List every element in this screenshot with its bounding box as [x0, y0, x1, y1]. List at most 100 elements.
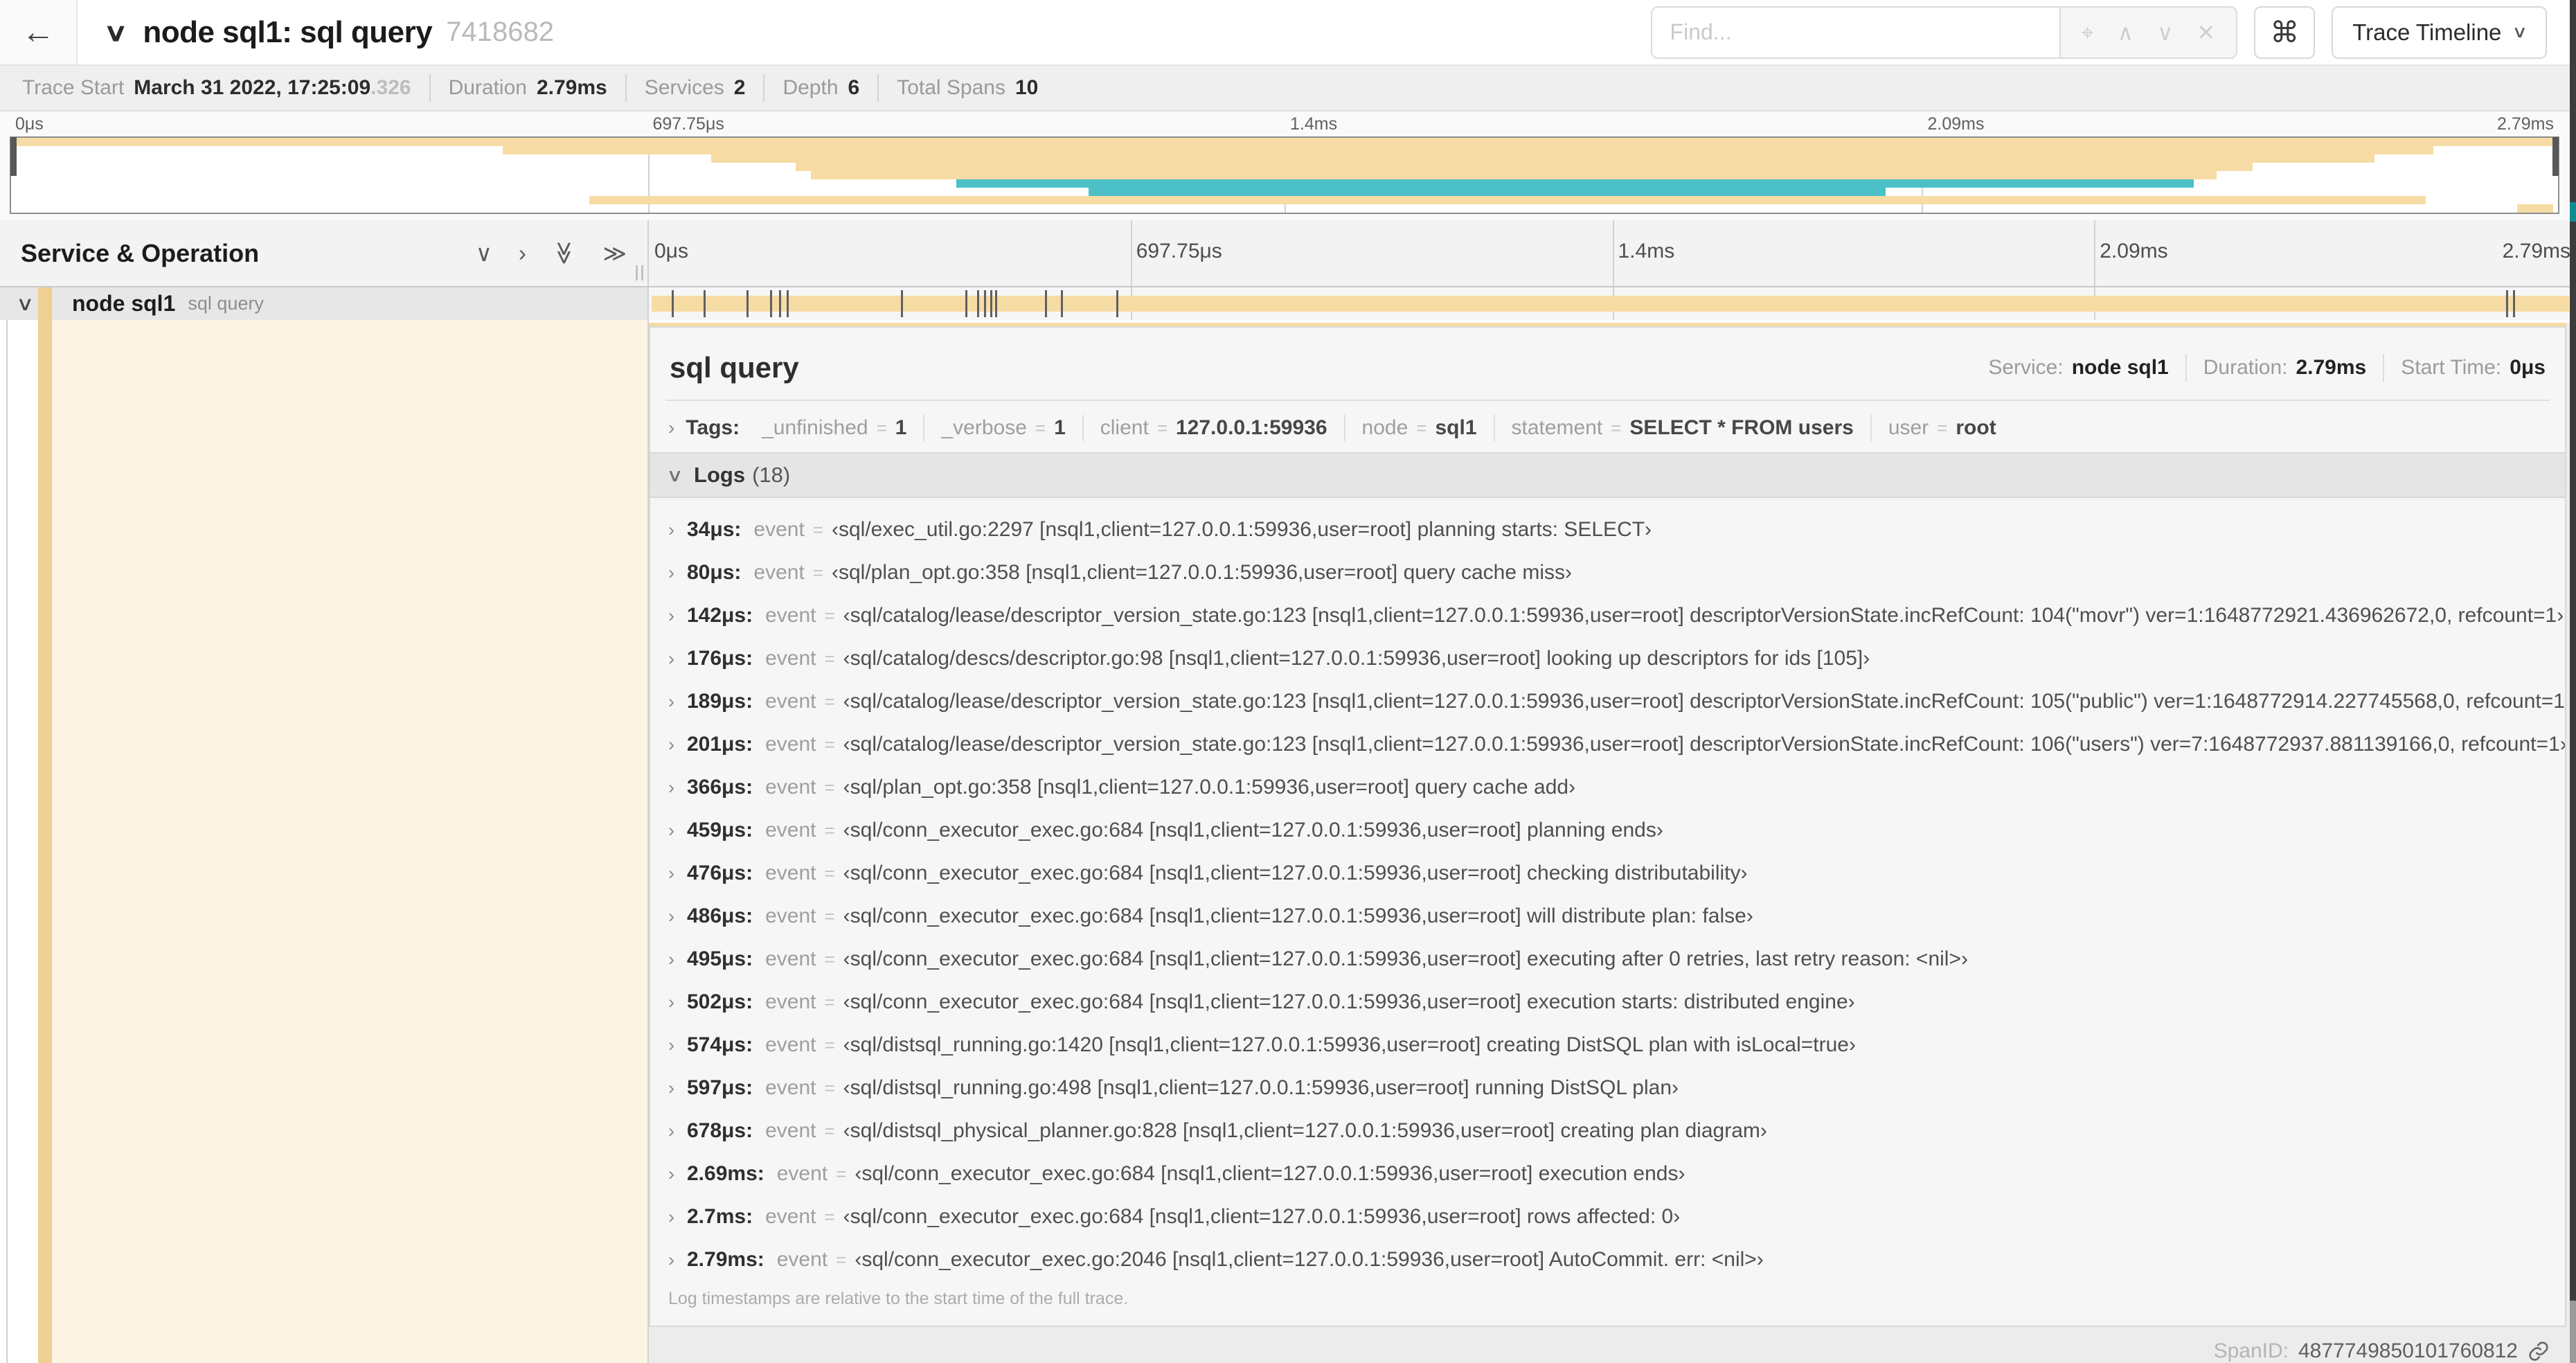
log-marker[interactable]	[671, 290, 674, 317]
chevron-right-icon[interactable]: ›	[668, 1205, 674, 1229]
span-collapse-icon[interactable]: ∨	[16, 292, 35, 315]
log-row[interactable]: › 502μs: event = ‹sql/conn_executor_exec.go:…	[650, 980, 2565, 1023]
log-marker[interactable]	[769, 290, 772, 317]
prev-result-icon[interactable]: ∧	[2118, 21, 2134, 44]
chevron-right-icon[interactable]: ›	[668, 1033, 674, 1057]
tag-pair[interactable]: user = root	[1870, 415, 2013, 441]
span-row[interactable]: ∨ node sql1 sql query	[0, 287, 2576, 320]
view-options-label: Trace Timeline	[2352, 19, 2502, 45]
chevron-right-icon[interactable]: ›	[668, 518, 674, 542]
tag-key: _unfinished	[762, 416, 868, 439]
log-row[interactable]: › 2.79ms: event = ‹sql/conn_executor_exec.go…	[650, 1238, 2565, 1281]
expand-all-icon[interactable]: ≫	[602, 242, 627, 265]
tag-pair[interactable]: _verbose = 1	[923, 415, 1082, 441]
chevron-right-icon[interactable]: ›	[668, 990, 674, 1014]
keyboard-shortcuts-button[interactable]: ⌘	[2254, 6, 2316, 59]
span-name-column[interactable]: ∨ node sql1 sql query	[0, 287, 649, 320]
tag-pair[interactable]: _unfinished = 1	[745, 415, 923, 441]
clear-search-icon[interactable]: ✕	[2197, 21, 2215, 44]
chevron-right-icon[interactable]: ›	[668, 1162, 674, 1186]
log-field-value: ‹sql/conn_executor_exec.go:684 [nsql1,cl…	[843, 862, 1748, 884]
chevron-right-icon[interactable]: ›	[668, 776, 674, 799]
collapse-all-icon[interactable]: ≫	[552, 241, 578, 265]
chevron-right-icon[interactable]: ›	[668, 819, 674, 842]
tag-pair[interactable]: client = 127.0.0.1:59936	[1082, 415, 1344, 441]
viewport-right-handle[interactable]	[2552, 137, 2559, 176]
column-resize-grip[interactable]	[636, 265, 643, 280]
log-row[interactable]: › 486μs: event = ‹sql/conn_executor_exec.go:…	[650, 894, 2565, 937]
log-timestamp: 2.69ms:	[687, 1162, 764, 1185]
log-marker[interactable]	[901, 290, 904, 317]
log-row[interactable]: › 597μs: event = ‹sql/distsql_running.go:498…	[650, 1066, 2565, 1109]
log-marker[interactable]	[746, 290, 749, 317]
log-field-value: ‹sql/distsql_physical_planner.go:828 [ns…	[843, 1119, 1767, 1142]
collapse-one-icon[interactable]: ∨	[476, 242, 492, 265]
log-row[interactable]: › 574μs: event = ‹sql/distsql_running.go:142…	[650, 1023, 2565, 1066]
chevron-right-icon[interactable]: ›	[668, 647, 674, 670]
back-button[interactable]: ←	[0, 0, 78, 64]
tags-row[interactable]: › Tags: _unfinished = 1 _verbose = 1 client = 12…	[650, 401, 2565, 452]
chevron-right-icon[interactable]: ›	[668, 733, 674, 756]
next-result-icon[interactable]: ∨	[2157, 21, 2173, 44]
log-marker[interactable]	[1044, 290, 1047, 317]
log-marker[interactable]	[976, 290, 979, 317]
log-marker[interactable]	[2506, 290, 2509, 317]
chevron-right-icon[interactable]: ›	[668, 1248, 674, 1272]
log-row[interactable]: › 34μs: event = ‹sql/exec_util.go:2297 [nsql…	[650, 508, 2565, 551]
log-row[interactable]: › 80μs: event = ‹sql/plan_opt.go:358 [nsql1,…	[650, 551, 2565, 594]
back-arrow-icon: ←	[21, 14, 55, 51]
chevron-right-icon[interactable]: ›	[668, 690, 674, 713]
trace-meta-bar: Trace Start March 31 2022, 17:25:09.326 Du…	[0, 66, 2576, 112]
log-row[interactable]: › 201μs: event = ‹sql/catalog/lease/descript…	[650, 722, 2565, 765]
log-row[interactable]: › 495μs: event = ‹sql/conn_executor_exec.go:…	[650, 937, 2565, 980]
meta-label: Depth	[782, 76, 839, 99]
trace-meta-item: Services 2	[625, 74, 764, 102]
viewport-left-handle[interactable]	[10, 137, 17, 176]
log-row[interactable]: › 2.69ms: event = ‹sql/conn_executor_exec.go…	[650, 1152, 2565, 1195]
trace-collapse-icon[interactable]: ∨	[103, 18, 128, 47]
tick-label: 1.4ms	[1290, 114, 1338, 134]
equals-sign: =	[836, 1164, 847, 1184]
equals-sign: =	[1611, 417, 1622, 438]
span-timeline-cell[interactable]	[649, 287, 2576, 320]
link-icon[interactable]	[2528, 1340, 2550, 1362]
chevron-right-icon[interactable]: ›	[668, 905, 674, 928]
log-row[interactable]: › 142μs: event = ‹sql/catalog/lease/descript…	[650, 594, 2565, 636]
chevron-right-icon[interactable]: ›	[668, 561, 674, 585]
log-marker[interactable]	[787, 290, 789, 317]
chevron-right-icon[interactable]: ›	[668, 947, 674, 971]
log-field-value: ‹sql/plan_opt.go:358 [nsql1,client=127.0…	[843, 776, 1576, 799]
log-marker[interactable]	[994, 290, 997, 317]
logs-accordion-header[interactable]: ∨ Logs (18)	[650, 452, 2565, 498]
view-options-button[interactable]: Trace Timeline ∨	[2332, 6, 2547, 59]
chevron-right-icon[interactable]: ›	[668, 862, 674, 885]
tag-pair[interactable]: statement = SELECT * FROM users	[1493, 415, 1870, 441]
log-row[interactable]: › 189μs: event = ‹sql/catalog/lease/descript…	[650, 679, 2565, 722]
chevron-right-icon[interactable]: ›	[668, 604, 674, 627]
span-duration-bar[interactable]	[652, 296, 2569, 312]
log-row[interactable]: › 176μs: event = ‹sql/catalog/descs/descript…	[650, 636, 2565, 679]
log-marker[interactable]	[1116, 290, 1119, 317]
log-marker[interactable]	[990, 290, 992, 317]
expand-one-icon[interactable]: ›	[519, 242, 526, 265]
chevron-right-icon[interactable]: ›	[668, 417, 674, 439]
log-marker[interactable]	[778, 290, 781, 317]
log-row[interactable]: › 678μs: event = ‹sql/distsql_physical_plann…	[650, 1109, 2565, 1152]
log-row[interactable]: › 2.7ms: event = ‹sql/conn_executor_exec.go:…	[650, 1195, 2565, 1238]
detail-content: sql query Service: node sql1 Duration: 2.79…	[0, 320, 2576, 1363]
log-field-value: ‹sql/distsql_running.go:498 [nsql1,clien…	[843, 1076, 1679, 1099]
log-row[interactable]: › 476μs: event = ‹sql/conn_executor_exec.go:…	[650, 851, 2565, 894]
log-row[interactable]: › 366μs: event = ‹sql/plan_opt.go:358 [nsql1…	[650, 765, 2565, 808]
chevron-right-icon[interactable]: ›	[668, 1076, 674, 1100]
locate-icon[interactable]: ⌖	[2082, 21, 2094, 44]
log-marker[interactable]	[1060, 290, 1063, 317]
minimap-canvas[interactable]	[10, 136, 2559, 214]
tag-pair[interactable]: node = sql1	[1343, 415, 1494, 441]
log-marker[interactable]	[965, 290, 967, 317]
log-marker[interactable]	[2513, 290, 2516, 317]
chevron-right-icon[interactable]: ›	[668, 1119, 674, 1143]
log-marker[interactable]	[703, 290, 706, 317]
log-marker[interactable]	[983, 290, 986, 317]
log-row[interactable]: › 459μs: event = ‹sql/conn_executor_exec.go:…	[650, 808, 2565, 851]
find-input[interactable]	[1650, 6, 2059, 59]
